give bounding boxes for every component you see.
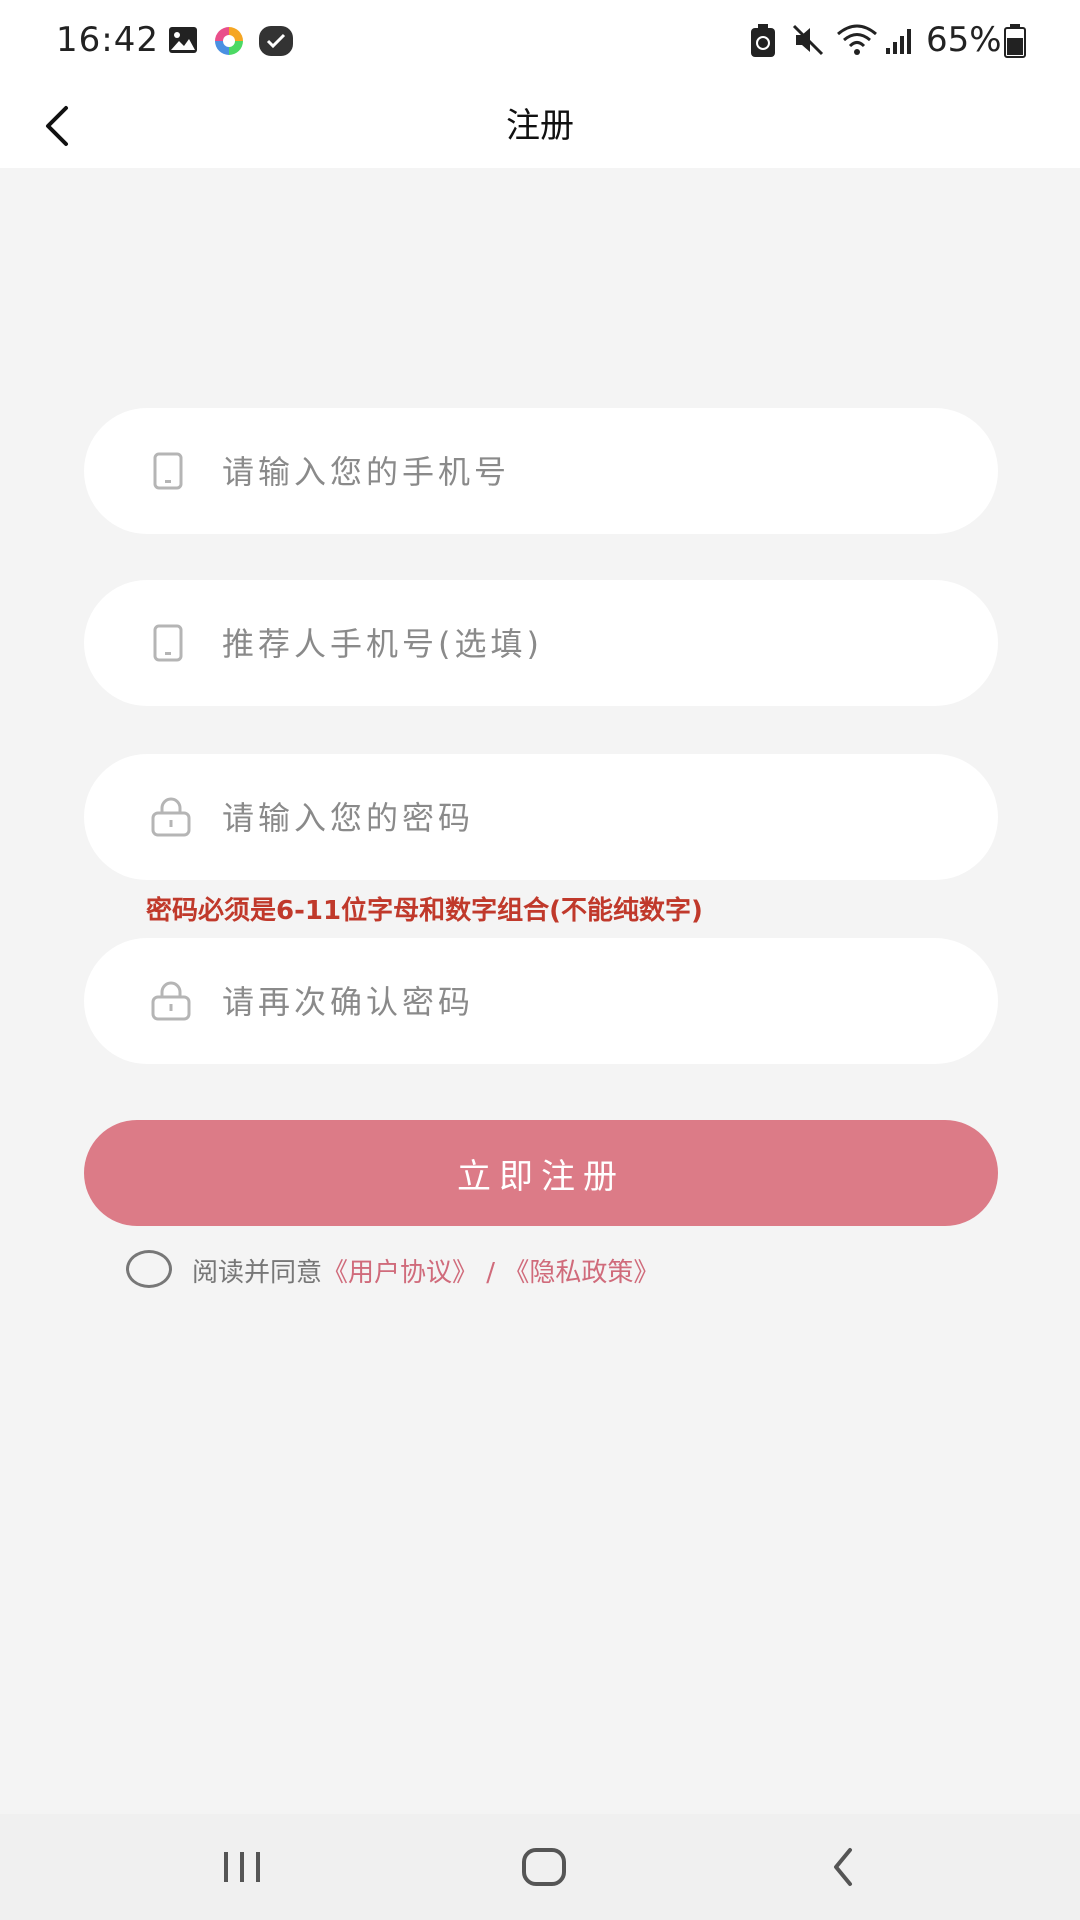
password-field[interactable] [84,754,998,880]
wifi-icon [837,24,877,55]
register-button[interactable]: 立即注册 [84,1120,998,1226]
register-screen: 16:42 65% 注册 请输入您的手机号 推荐人手机号(选填) 密码必须是6-… [0,0,1080,1920]
agreement-radio[interactable] [126,1250,172,1288]
phone-icon [153,624,183,662]
system-nav-bar [0,1814,1080,1920]
gallery-icon [169,27,197,53]
mute-icon [792,24,824,56]
lock-icon [151,981,191,1021]
confirm-password-input[interactable] [220,966,944,1038]
status-time: 16:42 [56,20,159,60]
privacy-policy-link[interactable]: 《隐私政策》 [503,1258,659,1288]
recycle-icon [751,24,775,57]
password-input[interactable] [220,782,944,854]
app-colorful-icon [213,25,245,57]
battery-percent: 65% [926,20,1002,60]
battery-icon [1004,24,1026,58]
phone-input[interactable] [220,436,944,508]
confirm-password-field[interactable] [84,938,998,1064]
status-bar: 16:42 65% [0,0,1080,84]
back-icon[interactable] [784,1814,904,1920]
header: 注册 [0,84,1080,168]
user-agreement-link[interactable]: 《用户协议》 [322,1258,478,1288]
app-check-icon [259,26,293,56]
phone-field[interactable] [84,408,998,534]
phone-icon [153,452,183,490]
agreement-separator: / [478,1258,504,1288]
agreement-text: 阅读并同意《用户协议》 / 《隐私政策》 [192,1252,659,1289]
signal-icon [886,29,911,54]
password-hint: 密码必须是6-11位字母和数字组合(不能纯数字) [146,896,703,926]
lock-icon [151,797,191,837]
referrer-phone-input[interactable] [220,608,944,680]
agreement-prefix: 阅读并同意 [192,1258,323,1288]
recent-apps-icon[interactable] [182,1814,302,1920]
home-icon[interactable] [484,1814,604,1920]
referrer-phone-field[interactable] [84,580,998,706]
page-title: 注册 [506,106,574,146]
